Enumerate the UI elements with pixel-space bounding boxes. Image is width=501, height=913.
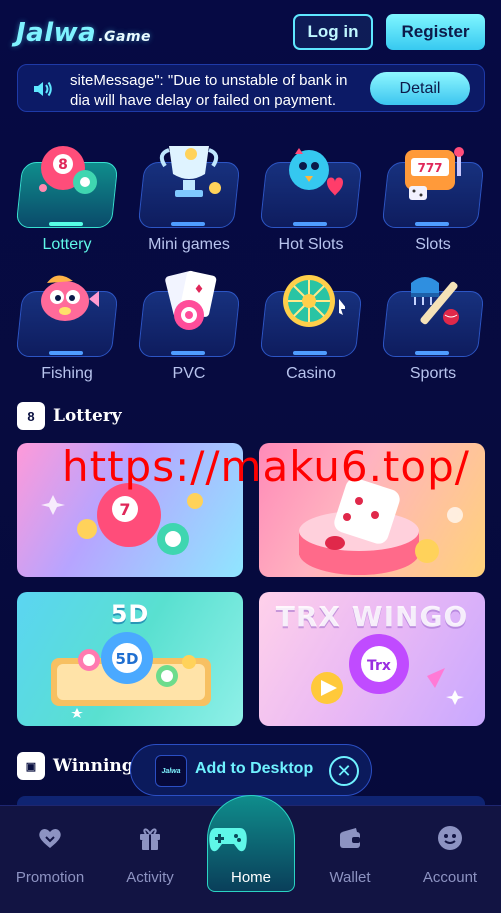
category-sports[interactable]: Sports (381, 269, 485, 389)
category-mini-games[interactable]: Mini games (137, 140, 241, 260)
svg-text:777: 777 (417, 161, 442, 175)
category-label: Lottery (42, 236, 92, 253)
bird-heart-icon (289, 148, 343, 196)
category-casino[interactable]: Casino (259, 269, 363, 389)
nav-account[interactable]: Account (400, 818, 500, 898)
watermark-url: https://maku6.top/ (62, 442, 470, 491)
add-to-desktop-label[interactable]: Add to Desktop (195, 760, 313, 778)
lottery-card-5d[interactable]: 5D 5D (17, 592, 243, 726)
cricket-icon (411, 277, 459, 325)
login-button[interactable]: Log in (293, 14, 373, 50)
speaker-icon (34, 81, 52, 97)
category-fishing[interactable]: Fishing (15, 269, 119, 389)
nav-promotion[interactable]: Promotion (0, 818, 100, 898)
card-title: TRX WINGO (275, 600, 469, 633)
account-face-icon (438, 826, 462, 850)
nav-home[interactable]: Home (207, 795, 295, 892)
category-label: Hot Slots (278, 236, 344, 253)
slot-machine-icon: 777 (405, 147, 464, 200)
fish-icon (41, 275, 99, 321)
nav-label: Wallet (329, 869, 371, 886)
svg-text:♦: ♦ (194, 282, 205, 296)
category-slots[interactable]: 777 Slots (381, 140, 485, 260)
svg-text:7: 7 (119, 500, 130, 519)
nav-activity[interactable]: Activity (100, 818, 200, 898)
detail-button[interactable]: Detail (370, 72, 470, 105)
roulette-icon (283, 275, 345, 327)
category-label: Casino (286, 365, 336, 382)
mini-app-logo: Jalwa (155, 755, 187, 787)
heart-hand-icon (39, 829, 61, 848)
logo-main-text: Jalwa (16, 18, 97, 48)
lottery-card-trx-wingo[interactable]: TRX WINGO Trx (259, 592, 485, 726)
category-label: Mini games (148, 236, 230, 253)
wallet-icon (340, 828, 360, 848)
cards-chip-icon: ♦ (165, 270, 217, 330)
category-label: PVC (172, 365, 206, 382)
notice-bar: siteMessage": "Due to unstable of bank i… (17, 64, 485, 112)
svg-text:5D: 5D (116, 650, 139, 668)
app-root: Jalwa .Game Log in Register siteMessage":… (0, 0, 501, 913)
register-button[interactable]: Register (386, 14, 485, 50)
nav-label: Promotion (15, 869, 85, 886)
notice-text: siteMessage": "Due to unstable of bank i… (70, 72, 348, 109)
svg-text:8: 8 (58, 157, 68, 173)
winning-section-icon: ▣ (17, 752, 45, 780)
category-hot-slots[interactable]: Hot Slots (259, 140, 363, 260)
close-icon[interactable]: ✕ (329, 756, 359, 786)
header: Jalwa .Game Log in Register (0, 0, 501, 62)
section-title: Lottery (53, 406, 122, 426)
nav-wallet[interactable]: Wallet (300, 818, 400, 898)
trophy-icon (159, 146, 221, 197)
category-label: Slots (415, 236, 451, 253)
nav-label: Account (422, 869, 478, 886)
lottery-ball-icon: 8 (39, 146, 97, 194)
svg-text:Trx: Trx (367, 658, 391, 674)
winning-section-header: ▣ Winning i (17, 752, 146, 780)
lottery-section-icon: 8 (17, 402, 45, 430)
category-label: Sports (409, 365, 457, 382)
category-label: Fishing (41, 365, 93, 382)
category-lottery[interactable]: 8 Lottery (15, 140, 119, 260)
app-logo: Jalwa .Game (16, 18, 151, 48)
category-pvc[interactable]: ♦ PVC (137, 269, 241, 389)
gift-icon (140, 828, 160, 850)
card-title: 5D (110, 600, 150, 628)
logo-sub-text: .Game (98, 29, 152, 45)
nav-label: Activity (126, 869, 174, 886)
nav-label: Home (230, 869, 271, 886)
lottery-section-header: 8 Lottery (17, 402, 122, 430)
gamepad-icon (209, 828, 247, 852)
add-to-desktop-banner[interactable]: Jalwa Add to Desktop ✕ (130, 744, 372, 796)
